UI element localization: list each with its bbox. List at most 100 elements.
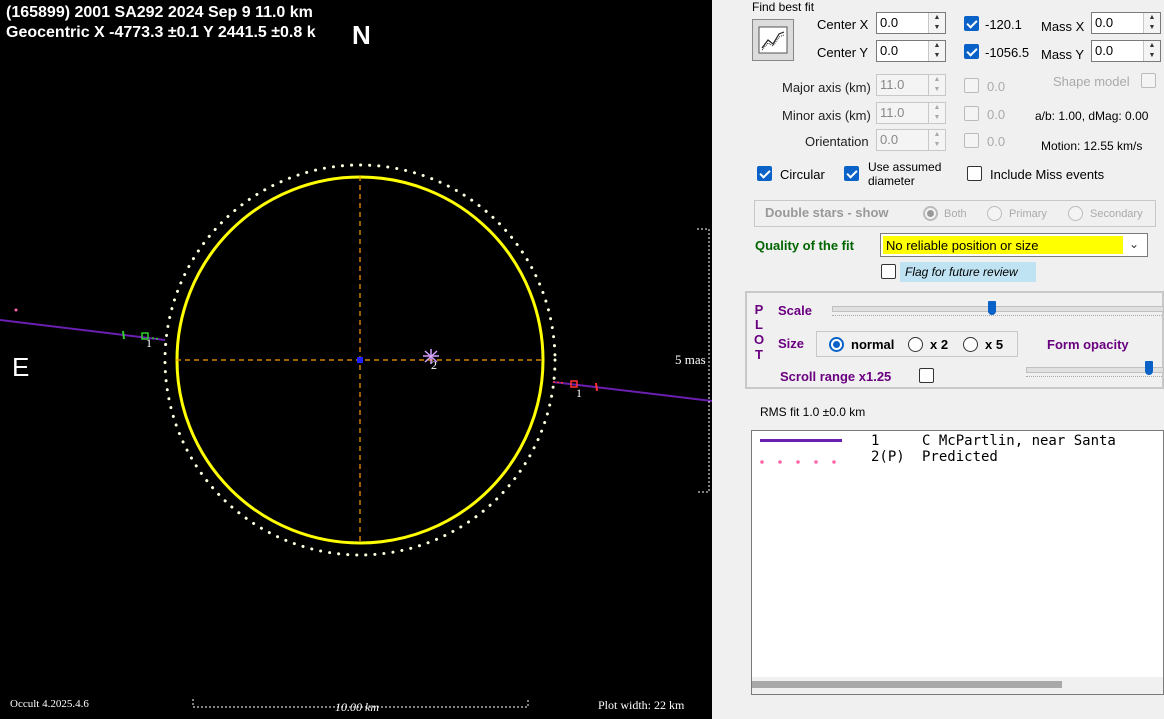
major-axis-label: Major axis (km) — [782, 80, 871, 95]
double-stars-both-radio[interactable] — [923, 206, 938, 221]
double-stars-label: Double stars - show — [765, 205, 889, 220]
double-stars-primary-radio[interactable] — [987, 206, 1002, 221]
circular-label: Circular — [780, 167, 825, 182]
plot-vertical-label: PLOT — [753, 302, 765, 362]
scale-bar-label: 10.00 km — [335, 700, 379, 714]
legend-2-name: Predicted — [922, 449, 998, 465]
center-y-label: Center Y — [817, 45, 869, 60]
ab-dmag-label: a/b: 1.00, dMag: 0.00 — [1035, 109, 1149, 123]
motion-label: Motion: 12.55 km/s — [1041, 139, 1143, 153]
minor-axis-check-value: 0.0 — [987, 107, 1006, 122]
center-x-check-value: -120.1 — [985, 17, 1022, 32]
plot-graphics — [0, 163, 712, 708]
legend-line-solid — [760, 439, 842, 442]
form-opacity-thumb[interactable] — [1145, 361, 1153, 375]
chord-1-label-right: 1 — [576, 386, 582, 400]
double-stars-secondary-radio[interactable] — [1068, 206, 1083, 221]
quality-select[interactable]: No reliable position or size ⌄ — [880, 233, 1148, 257]
quality-select-value: No reliable position or size — [886, 238, 1039, 253]
mass-y-label: Mass Y — [1041, 47, 1085, 62]
size-x5-radio[interactable] — [963, 337, 978, 352]
legend-hscrollbar[interactable] — [752, 677, 1163, 694]
chord-1-disappear-tick — [122, 330, 125, 340]
shape-model-checkbox[interactable] — [1141, 73, 1156, 88]
major-axis-input[interactable]: 11.0 ▲ ▼ — [876, 74, 946, 96]
find-best-fit-button[interactable] — [752, 19, 794, 61]
include-miss-checkbox[interactable] — [967, 166, 982, 181]
scale-slider-track — [832, 306, 1164, 312]
minor-axis-label: Minor axis (km) — [782, 108, 871, 123]
legend-1-num: 1 — [871, 433, 880, 449]
form-opacity-slider[interactable] — [1020, 358, 1164, 382]
east-label: E — [12, 352, 30, 382]
mass-x-label: Mass X — [1041, 19, 1085, 34]
size-x2-radio[interactable] — [908, 337, 923, 352]
form-opacity-track — [1026, 367, 1164, 373]
chord-1-line-left — [0, 319, 166, 341]
mass-x-input[interactable]: 0.0 ▲ ▼ — [1091, 12, 1161, 34]
scale-slider-ticks — [832, 315, 1162, 319]
legend-line-dotted — [760, 453, 842, 464]
mass-y-input[interactable]: 0.0 ▲ ▼ — [1091, 40, 1161, 62]
legend-hscrollbar-thumb[interactable] — [752, 681, 1062, 688]
chart-icon — [758, 26, 788, 54]
center-y-check-value: -1056.5 — [985, 45, 1030, 60]
orientation-input[interactable]: 0.0 ▲ ▼ — [876, 129, 946, 151]
plot-title-line2: Geocentric X -4773.3 ±0.1 Y 2441.5 ±0.8 … — [6, 24, 316, 41]
occultation-plot[interactable]: (165899) 2001 SA292 2024 Sep 9 11.0 km G… — [0, 0, 712, 719]
orientation-label: Orientation — [805, 134, 869, 149]
plot-title-line1: (165899) 2001 SA292 2024 Sep 9 11.0 km — [6, 4, 313, 21]
double-stars-primary-label: Primary — [1009, 208, 1047, 220]
minor-axis-input[interactable]: 11.0 ▲ ▼ — [876, 102, 946, 124]
double-stars-secondary-label: Secondary — [1090, 208, 1143, 220]
north-label: N — [352, 20, 371, 50]
include-miss-label: Include Miss events — [990, 167, 1105, 182]
scroll-range-checkbox[interactable] — [919, 368, 934, 383]
circular-checkbox[interactable] — [757, 166, 772, 181]
double-stars-both-label: Both — [944, 208, 967, 220]
center-x-checkbox[interactable] — [964, 16, 979, 31]
splitter — [712, 0, 742, 719]
center-x-label: Center X — [817, 17, 869, 32]
quality-label: Quality of the fit — [755, 238, 854, 253]
size-normal-radio[interactable] — [829, 337, 844, 352]
form-opacity-label: Form opacity — [1047, 337, 1129, 352]
scale-label: Scale — [778, 303, 812, 318]
rms-fit-label: RMS fit 1.0 ±0.0 km — [760, 405, 866, 419]
size-normal-label: normal — [851, 337, 895, 352]
predicted-point — [14, 308, 18, 312]
use-assumed-diameter-checkbox[interactable] — [844, 166, 859, 181]
star-2-label: 2 — [431, 358, 437, 372]
version-label: Occult 4.2025.4.6 — [10, 698, 89, 710]
flag-review-label: Flag for future review — [905, 265, 1018, 279]
chord-1-label-left: 1 — [146, 336, 152, 350]
flag-review-label-bg: Flag for future review — [900, 262, 1036, 282]
form-opacity-ticks — [1026, 376, 1162, 380]
shape-model-label: Shape model — [1053, 74, 1130, 89]
plot-width-label: Plot width: 22 km — [598, 698, 685, 712]
size-x2-label: x 2 — [930, 337, 949, 352]
scale-slider-thumb[interactable] — [988, 301, 996, 315]
orientation-check-value: 0.0 — [987, 134, 1006, 149]
chord-1-reappear-tick — [595, 382, 598, 392]
size-x5-label: x 5 — [985, 337, 1004, 352]
double-stars-group: Double stars - show Both Primary Seconda… — [754, 200, 1156, 227]
find-best-fit-label: Find best fit — [752, 0, 815, 14]
mas-scale-label: 5 mas — [675, 352, 706, 367]
center-y-checkbox[interactable] — [964, 44, 979, 59]
center-y-input[interactable]: 0.0 ▲ ▼ — [876, 40, 946, 62]
minor-axis-checkbox[interactable] — [964, 106, 979, 121]
flag-review-checkbox[interactable] — [881, 264, 896, 279]
observers-legend[interactable]: 1 C McPartlin, near Santa 2(P) Predicted — [751, 430, 1164, 695]
center-x-input[interactable]: 0.0 ▲ ▼ — [876, 12, 946, 34]
size-label: Size — [778, 336, 805, 351]
use-assumed-diameter-label: Use assumed diameter — [868, 160, 942, 188]
scale-slider[interactable] — [826, 299, 1164, 321]
legend-1-name: C McPartlin, near Santa — [922, 433, 1116, 449]
major-axis-checkbox[interactable] — [964, 78, 979, 93]
chevron-down-icon: ⌄ — [1129, 237, 1140, 251]
orientation-checkbox[interactable] — [964, 133, 979, 148]
center-marker — [357, 357, 363, 363]
scroll-range-label: Scroll range x1.25 — [780, 369, 892, 384]
legend-2-num: 2(P) — [871, 449, 905, 465]
